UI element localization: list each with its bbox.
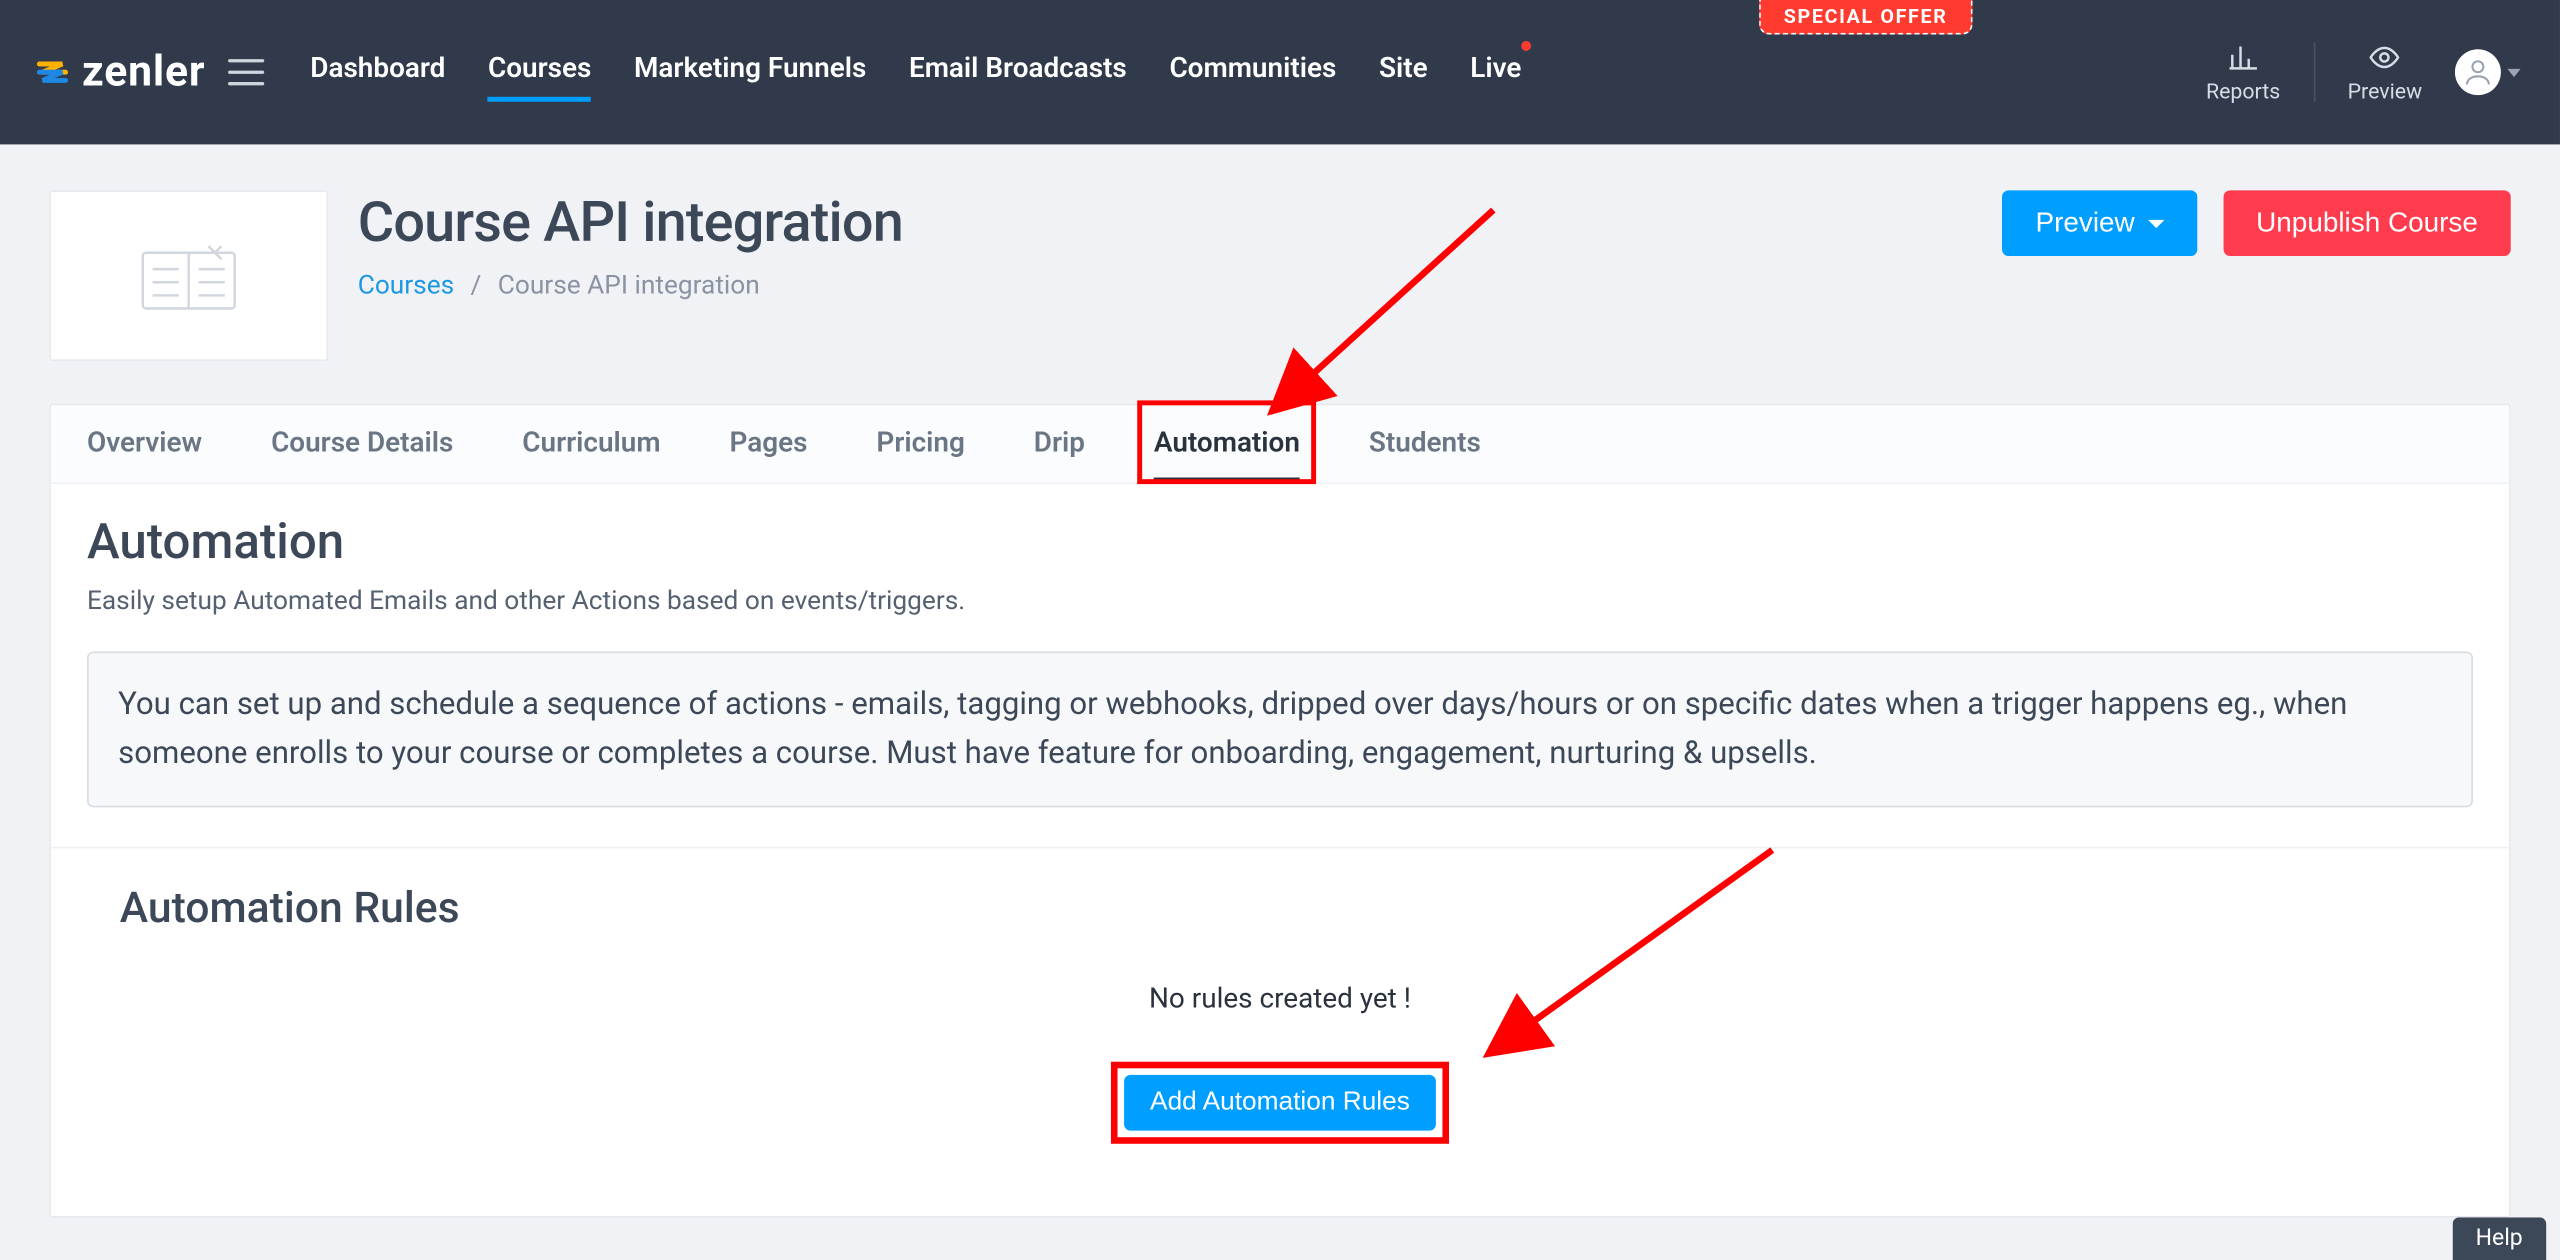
primary-nav: Dashboard Courses Marketing Funnels Emai… [310,43,1521,102]
preview-label: Preview [2348,80,2423,105]
preview-link[interactable]: Preview [2348,40,2423,104]
nav-email-broadcasts[interactable]: Email Broadcasts [909,43,1127,102]
help-button[interactable]: Help [2453,1217,2546,1260]
tab-pages[interactable]: Pages [730,407,808,481]
avatar-icon [2455,49,2501,95]
preview-button[interactable]: Preview [2003,190,2197,256]
tab-curriculum[interactable]: Curriculum [522,407,660,481]
automation-notice: You can set up and schedule a sequence o… [87,651,2473,807]
breadcrumb: Courses / Course API integration [358,269,903,300]
tab-students[interactable]: Students [1369,407,1481,481]
breadcrumb-root[interactable]: Courses [358,269,454,300]
nav-communities[interactable]: Communities [1169,43,1336,102]
brand-text: zenler [82,48,205,97]
menu-toggle-icon[interactable] [228,59,264,85]
breadcrumb-separator: / [471,269,482,300]
tab-overview[interactable]: Overview [87,407,202,481]
page: Course API integration Courses / Course … [0,144,2560,1217]
breadcrumb-current: Course API integration [498,269,760,300]
unpublish-button[interactable]: Unpublish Course [2223,190,2510,256]
rules-heading: Automation Rules [120,884,2440,933]
live-notification-dot-icon [1521,41,1531,51]
page-header: Course API integration Courses / Course … [49,190,2511,361]
nav-dashboard[interactable]: Dashboard [310,43,445,102]
nav-courses[interactable]: Courses [488,43,591,102]
automation-panel: Automation Easily setup Automated Emails… [51,484,2509,1216]
automation-rules: Automation Rules No rules created yet ! … [87,848,2473,1199]
user-menu[interactable] [2455,49,2521,95]
reports-icon [2225,40,2261,79]
reports-link[interactable]: Reports [2206,40,2280,104]
rules-empty-text: No rules created yet ! [120,983,2440,1016]
course-card: Overview Course Details Curriculum Pages… [49,404,2511,1218]
reports-label: Reports [2206,80,2280,105]
automation-heading: Automation [87,514,2473,571]
page-title: Course API integration [358,190,903,256]
nav-marketing-funnels[interactable]: Marketing Funnels [634,43,866,102]
title-block: Course API integration Courses / Course … [358,190,903,300]
course-thumbnail [49,190,328,361]
nav-right: Reports Preview [2206,40,2521,104]
tab-pricing[interactable]: Pricing [876,407,964,481]
nav-divider [2313,43,2315,102]
annotation-box-icon: Add Automation Rules [1111,1061,1450,1143]
special-offer-badge[interactable]: SPECIAL OFFER [1759,0,1972,34]
chevron-down-icon [2507,68,2520,76]
add-automation-rules-button[interactable]: Add Automation Rules [1124,1074,1436,1130]
zenler-logo-icon [33,53,72,92]
top-navbar: SPECIAL OFFER zenler Dashboard Courses M… [0,0,2560,144]
course-tabs: Overview Course Details Curriculum Pages… [51,405,2509,484]
tab-course-details[interactable]: Course Details [271,407,453,481]
brand[interactable]: zenler [33,48,205,97]
chevron-down-icon [2148,219,2164,227]
eye-icon [2367,40,2403,79]
nav-live-label: Live [1470,53,1521,86]
preview-button-label: Preview [2035,207,2134,240]
nav-site[interactable]: Site [1379,43,1428,102]
header-actions: Preview Unpublish Course [2003,190,2511,256]
nav-live[interactable]: Live [1470,43,1521,102]
tab-automation[interactable]: Automation [1154,407,1300,481]
tab-drip[interactable]: Drip [1034,407,1085,481]
automation-lead: Easily setup Automated Emails and other … [87,584,2473,615]
